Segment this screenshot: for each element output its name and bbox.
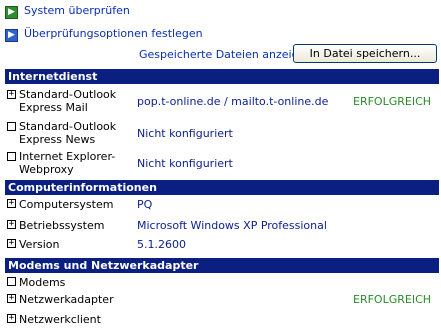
check-system-link[interactable]: System überprüfen bbox=[24, 4, 130, 17]
plus-box-icon[interactable]: + bbox=[7, 90, 16, 99]
plus-box-icon[interactable]: + bbox=[7, 314, 16, 323]
section-modems: Modems und Netzwerkadapter bbox=[5, 258, 439, 273]
green-arrow-icon[interactable]: ▶ bbox=[5, 6, 18, 19]
computer-row-value: Microsoft Windows XP Professional bbox=[137, 219, 327, 232]
modem-row-label: Netzwerkclient bbox=[19, 313, 101, 326]
modem-row-label: Netzwerkadapter bbox=[19, 293, 114, 306]
section-computer: Computerinformationen bbox=[5, 180, 439, 195]
status-badge: ERFOLGREICH bbox=[353, 95, 432, 108]
plus-box-icon[interactable]: + bbox=[7, 294, 16, 303]
status-badge: ERFOLGREICH bbox=[353, 293, 432, 306]
empty-box-icon[interactable] bbox=[7, 122, 16, 131]
modem-row-label: Modems bbox=[19, 276, 66, 289]
computer-row-value: PQ bbox=[137, 198, 153, 211]
plus-box-icon[interactable]: + bbox=[7, 199, 16, 208]
computer-row-label: Version bbox=[19, 238, 60, 251]
empty-box-icon[interactable] bbox=[7, 277, 16, 286]
plus-box-icon[interactable]: + bbox=[7, 239, 16, 248]
internet-row-value: pop.t-online.de / mailto.t-online.de bbox=[137, 95, 329, 108]
computer-row-label: Betriebssystem bbox=[19, 219, 105, 232]
saved-files-link[interactable]: Gespeicherte Dateien anzeigen bbox=[139, 48, 312, 61]
internet-row-label: Internet Explorer- Webproxy bbox=[19, 150, 116, 176]
computer-row-value: 5.1.2600 bbox=[137, 238, 186, 251]
internet-row-value: Nicht konfiguriert bbox=[137, 157, 233, 170]
blue-arrow-icon[interactable]: ▶ bbox=[5, 29, 18, 42]
internet-row-value: Nicht konfiguriert bbox=[137, 127, 233, 140]
plus-box-icon[interactable]: + bbox=[7, 220, 16, 229]
empty-box-icon[interactable] bbox=[7, 152, 16, 161]
check-options-link[interactable]: Überprüfungsoptionen festlegen bbox=[24, 27, 203, 40]
internet-row-label: Standard-Outlook Express Mail bbox=[19, 88, 117, 114]
save-to-file-button[interactable]: In Datei speichern... bbox=[293, 44, 437, 63]
internet-row-label: Standard-Outlook Express News bbox=[19, 120, 117, 146]
computer-row-label: Computersystem bbox=[19, 198, 114, 211]
section-internet: Internetdienst bbox=[5, 69, 439, 84]
